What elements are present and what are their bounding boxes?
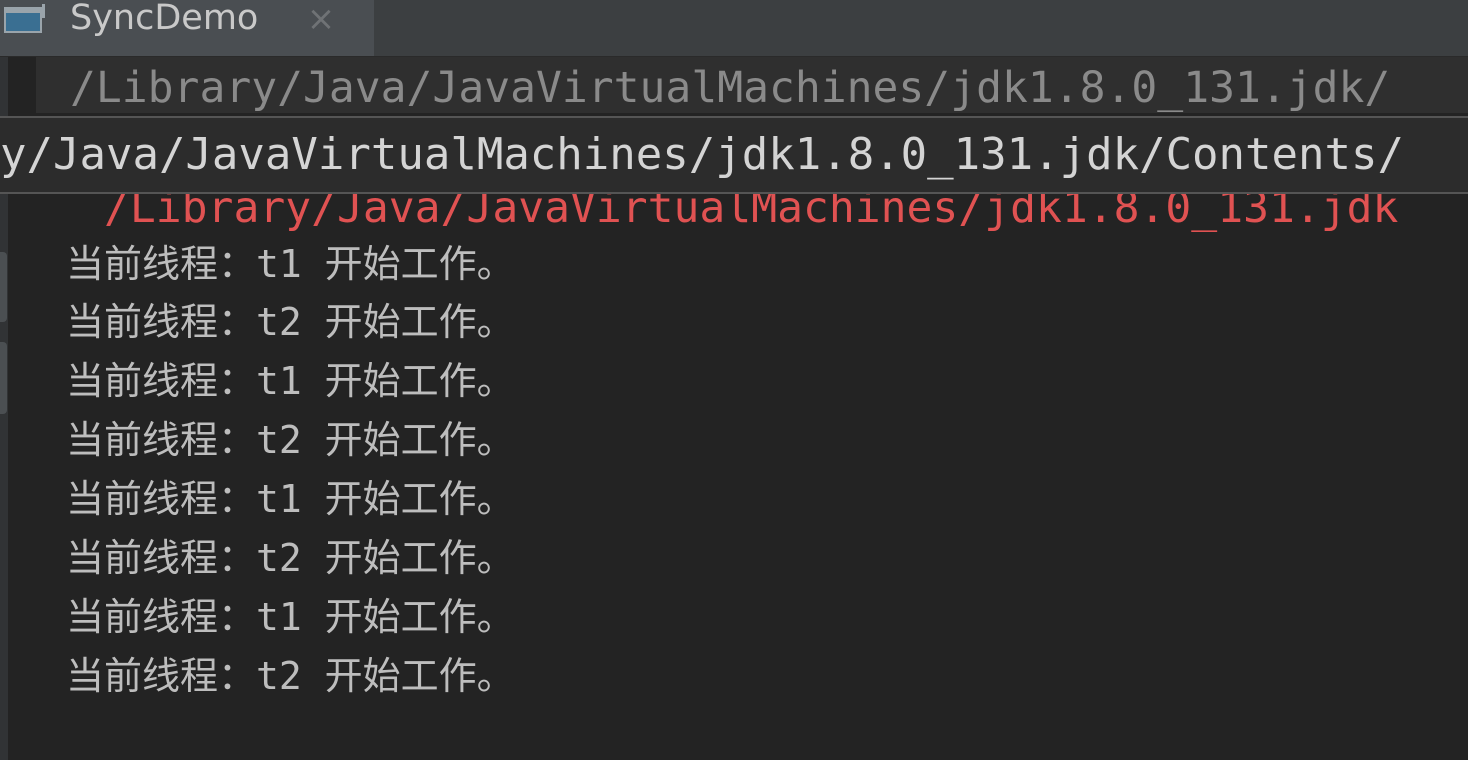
tab-syncdemo[interactable]: SyncDemo × (0, 0, 374, 56)
rerun-button[interactable] (0, 252, 7, 322)
console-output-line: 当前线程：t2 开始工作。 (66, 536, 515, 580)
path-tooltip: y/Java/JavaVirtualMachines/jdk1.8.0_131.… (0, 116, 1468, 194)
command-text: /Library/Java/JavaVirtualMachines/jdk1.8… (70, 63, 1391, 113)
editor-tab-bar: SyncDemo × (0, 0, 1468, 57)
tab-title: SyncDemo (70, 0, 259, 38)
console-output-line: 当前线程：t2 开始工作。 (66, 654, 515, 698)
command-line: /Library/Java/JavaVirtualMachines/jdk1.8… (36, 57, 1468, 113)
console-window-icon (2, 4, 46, 34)
console-output-line: 当前线程：t1 开始工作。 (66, 242, 515, 286)
console-output-line: 当前线程：t2 开始工作。 (66, 300, 515, 344)
close-icon[interactable]: × (306, 2, 336, 36)
stop-button[interactable] (0, 342, 7, 414)
console-output-line: 当前线程：t1 开始工作。 (66, 477, 515, 521)
console-output-line: 当前线程：t1 开始工作。 (66, 359, 515, 403)
console-output-line: 当前线程：t1 开始工作。 (66, 595, 515, 639)
tooltip-text: y/Java/JavaVirtualMachines/jdk1.8.0_131.… (0, 129, 1404, 180)
console-output-line: 当前线程：t2 开始工作。 (66, 418, 515, 462)
